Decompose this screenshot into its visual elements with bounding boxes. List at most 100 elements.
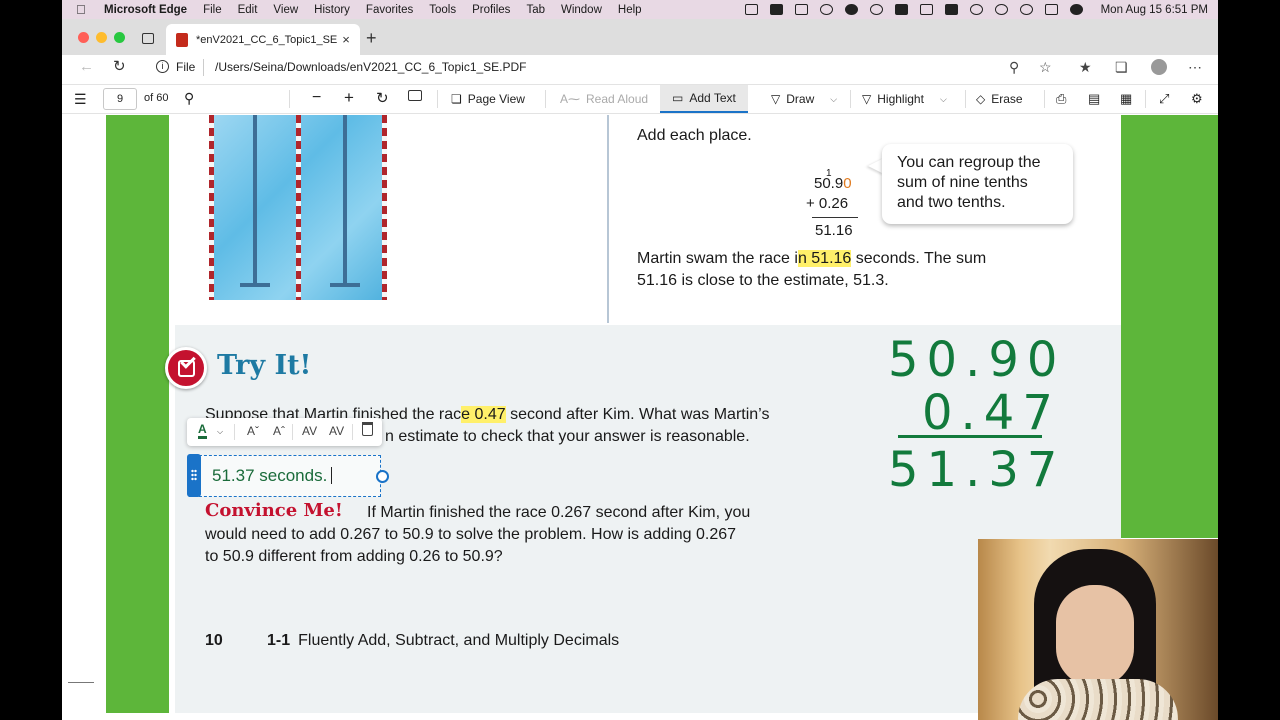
collections-icon[interactable]: ❏ bbox=[1115, 59, 1128, 76]
menu-view[interactable]: View bbox=[273, 4, 298, 16]
settings-gear-icon[interactable]: ⚙ bbox=[1191, 91, 1203, 107]
menu-favorites[interactable]: Favorites bbox=[366, 4, 413, 16]
lane-line-end bbox=[330, 283, 360, 287]
siri-icon[interactable] bbox=[1069, 4, 1083, 15]
resize-handle[interactable] bbox=[376, 470, 389, 483]
search-icon[interactable]: ⚲ bbox=[184, 90, 194, 107]
addend-two: + 0.26 bbox=[806, 195, 849, 212]
regroup-speech-bubble: You can regroup the sum of nine tenths a… bbox=[882, 144, 1073, 224]
rotate-icon[interactable]: ↻ bbox=[376, 89, 389, 107]
menu-history[interactable]: History bbox=[314, 4, 350, 16]
battery-icon[interactable] bbox=[919, 4, 933, 15]
addend-one-placeholder-zero: 0 bbox=[843, 175, 852, 192]
close-window-button[interactable] bbox=[78, 32, 89, 43]
read-aloud-button[interactable]: A⁓ Read Aloud bbox=[560, 92, 648, 106]
table-of-contents-icon[interactable]: ☰ bbox=[74, 91, 87, 108]
save-icon[interactable]: ▤ bbox=[1088, 91, 1100, 107]
addend-one-digits: 50.9 bbox=[814, 175, 844, 192]
control-center-icon[interactable] bbox=[1044, 4, 1058, 15]
spotlight-search-icon[interactable] bbox=[1019, 4, 1033, 15]
tab-actions-icon[interactable] bbox=[142, 33, 154, 44]
text-spacing-icon[interactable]: AV bbox=[302, 424, 317, 438]
apple-icon[interactable]:  bbox=[76, 2, 90, 17]
app-status-icon[interactable] bbox=[769, 4, 783, 15]
decrease-font-size-icon[interactable]: Aˇ bbox=[247, 424, 259, 438]
zoom-window-button[interactable] bbox=[114, 32, 125, 43]
swimming-pool-illustration bbox=[209, 115, 387, 300]
more-options-icon[interactable]: ⋯ bbox=[1188, 59, 1202, 76]
toolbar-divider bbox=[1145, 90, 1146, 108]
page-view-button[interactable]: ❏ Page View bbox=[451, 92, 525, 106]
bluetooth-icon[interactable] bbox=[869, 4, 883, 15]
text-color-icon[interactable]: A bbox=[198, 423, 207, 439]
favorites-icon[interactable]: ★ bbox=[1079, 59, 1092, 76]
drag-handle-icon[interactable] bbox=[187, 454, 201, 497]
section-number: 1-1 bbox=[267, 632, 291, 649]
presenter-shirt bbox=[1018, 679, 1178, 720]
menu-edit[interactable]: Edit bbox=[238, 4, 258, 16]
added-text-value[interactable]: 51.37 seconds. bbox=[212, 466, 332, 486]
try-it-question-line2: n estimate to check that your answer is … bbox=[385, 428, 750, 445]
read-aloud-label: Read Aloud bbox=[586, 92, 649, 106]
line-spacing-icon[interactable]: AV bbox=[329, 424, 344, 438]
fit-to-page-icon[interactable] bbox=[408, 90, 422, 101]
tab-pdf-document[interactable]: *enV2021_CC_6_Topic1_SE.PDF × bbox=[166, 24, 360, 55]
page-number-label: 10 bbox=[205, 632, 223, 649]
highlight-chevron-down-icon[interactable]: ⌵ bbox=[940, 94, 947, 105]
menu-file[interactable]: File bbox=[203, 4, 222, 16]
menubar-app-name[interactable]: Microsoft Edge bbox=[104, 4, 187, 16]
back-arrow-icon[interactable]: ← bbox=[79, 58, 94, 75]
url-field[interactable]: /Users/Seina/Downloads/enV2021_CC_6_Topi… bbox=[215, 60, 527, 74]
screen-mirror-icon[interactable] bbox=[744, 4, 758, 15]
toolbar-divider bbox=[965, 90, 966, 108]
page-right-margin-band bbox=[1121, 115, 1218, 538]
font-app-icon[interactable] bbox=[894, 4, 908, 15]
zoom-in-icon[interactable]: + bbox=[344, 88, 354, 108]
add-text-button[interactable]: ▭ Add Text bbox=[660, 85, 748, 113]
draw-chevron-down-icon[interactable]: ⌵ bbox=[830, 94, 837, 105]
page-number-input[interactable]: 9 bbox=[103, 88, 137, 110]
menubar-clock[interactable]: Mon Aug 15 6:51 PM bbox=[1101, 4, 1208, 16]
added-text-box[interactable]: 51.37 seconds. bbox=[187, 454, 389, 497]
menu-tools[interactable]: Tools bbox=[429, 4, 456, 16]
photo-app-icon[interactable] bbox=[944, 4, 958, 15]
tab-close-icon[interactable]: × bbox=[338, 32, 354, 47]
user-icon[interactable] bbox=[994, 4, 1008, 15]
full-screen-icon[interactable]: ⤢ bbox=[1159, 91, 1169, 107]
menu-help[interactable]: Help bbox=[618, 4, 642, 16]
text-color-chevron-down-icon[interactable]: ⌵ bbox=[217, 427, 223, 437]
tab-title: *enV2021_CC_6_Topic1_SE.PDF bbox=[196, 33, 338, 46]
wifi-icon[interactable] bbox=[969, 4, 983, 15]
zoom-icon[interactable]: ⚲ bbox=[1009, 59, 1019, 76]
highlighted-text: n 51.16 bbox=[797, 250, 852, 267]
shield-icon[interactable] bbox=[819, 4, 833, 15]
file-scheme-label: File bbox=[176, 60, 196, 74]
increase-font-size-icon[interactable]: Aˆ bbox=[273, 424, 285, 438]
macos-menubar:  Microsoft Edge File Edit View History … bbox=[62, 0, 1218, 19]
reload-icon[interactable]: ↻ bbox=[113, 57, 126, 75]
draw-button[interactable]: ▽ Draw ⌵ bbox=[771, 92, 837, 106]
handwritten-sum-rule bbox=[898, 435, 1042, 438]
highlight-button[interactable]: ▽ Highlight ⌵ bbox=[862, 92, 947, 106]
menu-profiles[interactable]: Profiles bbox=[472, 4, 510, 16]
erase-button[interactable]: ◇ Erase bbox=[976, 92, 1023, 106]
save-as-icon[interactable]: ▦ bbox=[1120, 91, 1132, 107]
keyboard-icon[interactable] bbox=[794, 4, 808, 15]
address-bar: ← ↻ i File /Users/Seina/Downloads/enV202… bbox=[62, 55, 1218, 80]
add-favorite-star-icon[interactable]: ☆ bbox=[1039, 59, 1052, 76]
focus-moon-icon[interactable] bbox=[844, 4, 858, 15]
menu-window[interactable]: Window bbox=[561, 4, 602, 16]
info-icon[interactable]: i bbox=[156, 60, 169, 73]
pdf-toolbar: ☰ 9 of 60 ⚲ − + ↻ ❏ Page View A⁓ Read Al… bbox=[62, 84, 1218, 114]
menu-tab[interactable]: Tab bbox=[526, 4, 545, 16]
result-text: Martin swam the race i bbox=[637, 250, 798, 267]
print-icon[interactable]: ⎙ bbox=[1056, 91, 1066, 107]
new-tab-button[interactable]: + bbox=[366, 28, 377, 49]
screen:  Microsoft Edge File Edit View History … bbox=[62, 0, 1218, 720]
zoom-out-icon[interactable]: − bbox=[312, 89, 321, 107]
minimize-window-button[interactable] bbox=[96, 32, 107, 43]
try-it-heading: Try It! bbox=[217, 350, 312, 381]
profile-avatar[interactable] bbox=[1151, 59, 1167, 75]
delete-trash-icon[interactable] bbox=[362, 422, 373, 436]
bubble-line: You can regroup the bbox=[897, 154, 1041, 171]
